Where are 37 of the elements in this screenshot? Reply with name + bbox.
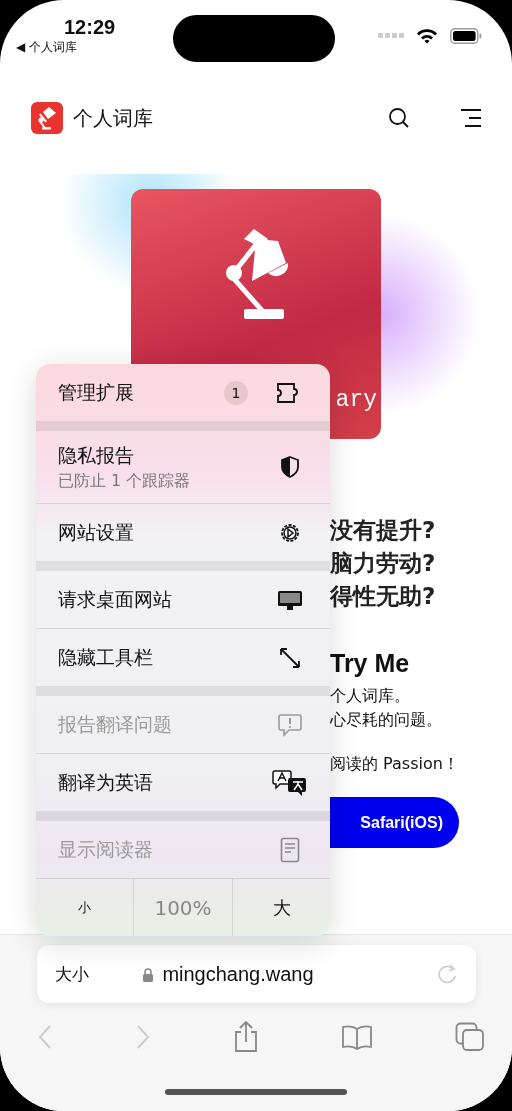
lock-icon <box>142 966 155 982</box>
body-text: 个人词库。 <box>330 685 411 707</box>
translate-icon <box>272 768 308 797</box>
shield-icon <box>280 456 300 478</box>
document-icon <box>280 836 300 863</box>
menu-icon[interactable] <box>460 108 482 128</box>
count-badge: 1 <box>224 380 248 405</box>
expand-arrows-icon <box>279 646 301 669</box>
url-text: mingchang.wang <box>162 962 314 986</box>
monitor-icon <box>277 588 303 611</box>
search-icon[interactable] <box>388 107 410 129</box>
wifi-icon <box>416 28 438 44</box>
menu-item[interactable]: 隐私报告 已防止 1 个跟踪器 <box>36 431 330 503</box>
share-icon[interactable] <box>233 1021 259 1053</box>
menu-item[interactable]: 管理扩展 1 <box>36 364 330 421</box>
section-title: Try Me <box>330 649 410 678</box>
book-icon[interactable] <box>341 1024 373 1050</box>
site-title[interactable]: 个人词库 <box>73 104 153 132</box>
menu-item[interactable]: 请求桌面网站 <box>36 571 330 628</box>
menu-item[interactable]: 网站设置 <box>36 504 330 561</box>
back-to-app-link[interactable]: ◀ 个人词库 <box>16 39 78 55</box>
card-caption: ary <box>335 387 377 413</box>
speech-bubble-exclamation-icon <box>277 712 303 737</box>
headline-text: 得性无助? <box>330 582 436 611</box>
page-format-button[interactable]: 大小 <box>54 962 89 986</box>
body-text: 阅读的 Passion！ <box>330 754 459 775</box>
body-text: 心尽耗的问题。 <box>330 709 442 731</box>
lamp-logo-icon[interactable] <box>31 102 63 134</box>
zoom-percent: 100% <box>153 894 213 922</box>
signal-icon <box>378 33 404 39</box>
battery-icon <box>450 28 482 44</box>
menu-item[interactable]: 隐藏工具栏 <box>36 629 330 686</box>
status-time: 12:29 <box>64 15 116 39</box>
headline-text: 脑力劳动? <box>330 549 436 578</box>
headline-text: 没有提升? <box>330 516 436 545</box>
tabs-icon[interactable] <box>455 1022 485 1052</box>
address-bar[interactable]: 大小 mingchang.wang <box>36 945 476 1003</box>
